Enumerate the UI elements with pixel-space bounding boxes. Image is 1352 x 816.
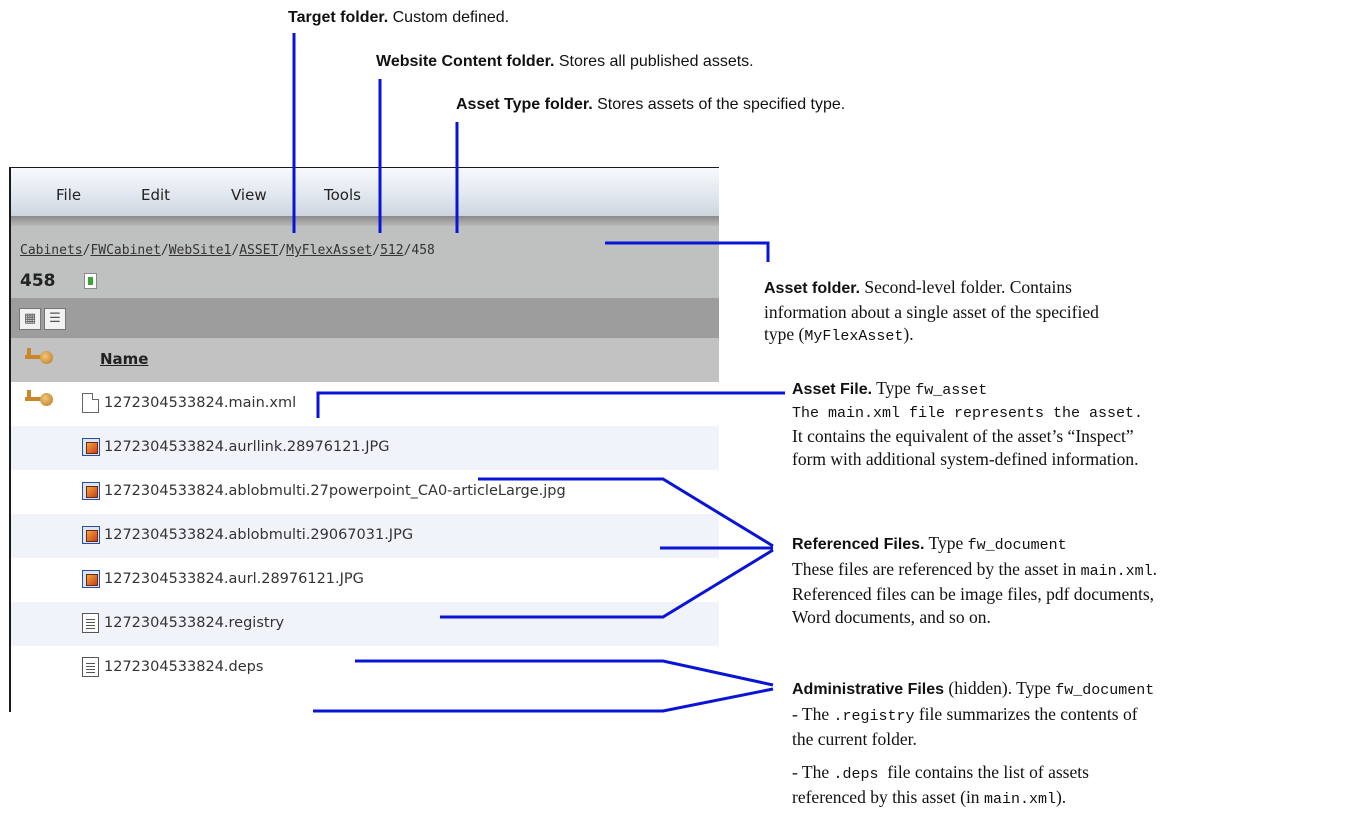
callout-referenced-line1: Type: [924, 533, 968, 553]
callout-asset-file-line2: The main.xml file represents the asset.: [792, 404, 1144, 422]
menu-bar-shadow: [11, 216, 719, 226]
callout-asset-file-line3: It contains the equivalent of the asset’…: [792, 426, 1134, 446]
list-item[interactable]: 1272304533824.registry: [11, 602, 719, 646]
file-browser-panel: File Edit View Tools Cabinets/FWCabinet/…: [9, 167, 719, 712]
callout-asset-file-line1: Type: [872, 378, 916, 398]
callout-admin-line4-code: .deps: [833, 765, 879, 783]
callout-target-folder-text: Custom defined.: [388, 9, 510, 26]
file-list-header: Name: [11, 338, 719, 382]
list-item[interactable]: 1272304533824.deps: [11, 646, 719, 690]
callout-admin-line3: the current folder.: [792, 729, 917, 749]
list-view-icon[interactable]: ☰: [44, 308, 66, 330]
callout-admin-line2-post: file summarizes the contents of: [914, 703, 1138, 724]
callout-asset-type-text: Stores assets of the specified type.: [592, 96, 846, 113]
file-name: 1272304533824.deps: [104, 659, 264, 675]
callout-asset-folder: Asset folder. Second-level folder. Conta…: [764, 276, 1099, 349]
image-file-icon: [82, 482, 100, 500]
callout-administrative-files: Administrative Files (hidden). Type fw_d…: [792, 677, 1154, 812]
callout-admin-line5-post: ).: [1055, 787, 1067, 807]
callout-website-content-folder: Website Content folder. Stores all publi…: [376, 52, 754, 72]
callout-asset-file: Asset File. Type fw_asset The main.xml f…: [792, 377, 1143, 470]
folder-title: 458: [20, 271, 56, 291]
callout-asset-file-line4: form with additional system-defined info…: [792, 448, 1139, 469]
breadcrumb-myflexasset[interactable]: MyFlexAsset: [286, 243, 372, 258]
lock-key-icon: [25, 348, 53, 366]
file-name: 1272304533824.ablobmulti.29067031.JPG: [104, 527, 414, 543]
image-file-icon: [82, 526, 100, 544]
folder-document-icon: [84, 273, 97, 289]
breadcrumb-fwcabinet[interactable]: FWCabinet: [90, 243, 160, 258]
list-item[interactable]: 1272304533824.ablobmulti.29067031.JPG: [11, 514, 719, 558]
callout-target-folder-title: Target folder.: [288, 9, 389, 26]
callout-admin-line2-pre: - The: [792, 703, 834, 724]
list-item[interactable]: 1272304533824.aurl.28976121.JPG: [11, 558, 719, 602]
image-file-icon: [82, 438, 100, 456]
text-file-icon: [82, 613, 99, 633]
list-item[interactable]: 1272304533824.main.xml: [11, 382, 719, 426]
view-toolbar: ▦ ☰: [11, 298, 719, 338]
callout-referenced-line2-code: main.xml: [1080, 562, 1153, 580]
callout-website-content-text: Stores all published assets.: [554, 53, 754, 70]
callout-referenced-line2-pre: These files are referenced by the asset …: [792, 558, 1081, 579]
breadcrumb-cabinets[interactable]: Cabinets: [20, 243, 83, 258]
callout-asset-folder-title: Asset folder.: [764, 280, 861, 297]
breadcrumb-website1[interactable]: WebSite1: [169, 243, 232, 258]
list-item[interactable]: 1272304533824.ablobmulti.27powerpoint_CA…: [11, 470, 719, 514]
callout-referenced-line3: Referenced files can be image files, pdf…: [792, 584, 1155, 604]
callout-asset-folder-line1: Second-level folder. Contains: [860, 277, 1072, 297]
callout-asset-type-folder: Asset Type folder. Stores assets of the …: [456, 95, 845, 115]
menu-view[interactable]: View: [231, 186, 267, 204]
callout-admin-line1: (hidden). Type: [944, 678, 1056, 698]
column-header-name[interactable]: Name: [100, 350, 148, 368]
menu-tools[interactable]: Tools: [324, 186, 361, 204]
callout-asset-folder-line2: information about a single asset of the …: [764, 301, 1099, 322]
callout-target-folder: Target folder. Custom defined.: [288, 8, 509, 28]
callout-referenced-line2-post: .: [1152, 558, 1157, 579]
blank-file-icon: [82, 393, 99, 413]
menu-bar: File Edit View Tools: [11, 168, 719, 216]
file-name: 1272304533824.aurl.28976121.JPG: [104, 571, 364, 587]
menu-edit[interactable]: Edit: [141, 186, 170, 204]
file-name: 1272304533824.main.xml: [104, 395, 297, 411]
breadcrumb-current: 458: [411, 243, 435, 258]
file-name: 1272304533824.registry: [104, 615, 285, 631]
callout-asset-file-code: fw_asset: [915, 382, 988, 399]
callout-admin-title: Administrative Files: [792, 681, 945, 698]
callout-admin-line4-pre: - The: [792, 761, 834, 782]
callout-asset-folder-line3-post: ).: [903, 324, 914, 344]
breadcrumb-bar: Cabinets/FWCabinet/WebSite1/ASSET/MyFlex…: [11, 226, 719, 298]
thumbnail-view-icon[interactable]: ▦: [19, 308, 41, 330]
callout-asset-folder-code: MyFlexAsset: [804, 328, 904, 345]
breadcrumb-512[interactable]: 512: [380, 243, 403, 258]
callout-referenced-line4: Word documents, and so on.: [792, 606, 991, 627]
file-name: 1272304533824.aurllink.28976121.JPG: [104, 439, 390, 455]
callout-referenced-files-title: Referenced Files.: [792, 536, 925, 553]
callout-referenced-code: fw_document: [967, 537, 1067, 554]
breadcrumb: Cabinets/FWCabinet/WebSite1/ASSET/MyFlex…: [20, 243, 435, 258]
image-file-icon: [82, 570, 100, 588]
file-name: 1272304533824.ablobmulti.27powerpoint_CA…: [104, 483, 566, 499]
list-item[interactable]: 1272304533824.aurllink.28976121.JPG: [11, 426, 719, 470]
callout-admin-line2-code: .registry: [833, 707, 915, 725]
panel-left-border: [9, 167, 11, 712]
callout-website-content-title: Website Content folder.: [376, 53, 555, 70]
lock-key-icon: [25, 390, 53, 408]
callout-admin-code: fw_document: [1055, 682, 1155, 699]
callout-asset-folder-line3-pre: type (: [764, 324, 805, 344]
menu-file[interactable]: File: [56, 186, 81, 204]
breadcrumb-asset[interactable]: ASSET: [239, 243, 278, 258]
text-file-icon: [82, 657, 99, 677]
callout-referenced-files: Referenced Files. Type fw_document These…: [792, 532, 1157, 628]
callout-asset-type-title: Asset Type folder.: [456, 96, 593, 113]
callout-asset-file-title: Asset File.: [792, 381, 873, 398]
callout-admin-line5-code: main.xml: [983, 791, 1056, 808]
callout-admin-line4-post: file contains the list of assets: [878, 761, 1089, 782]
callout-admin-line5-pre: referenced by this asset (in: [792, 787, 984, 807]
